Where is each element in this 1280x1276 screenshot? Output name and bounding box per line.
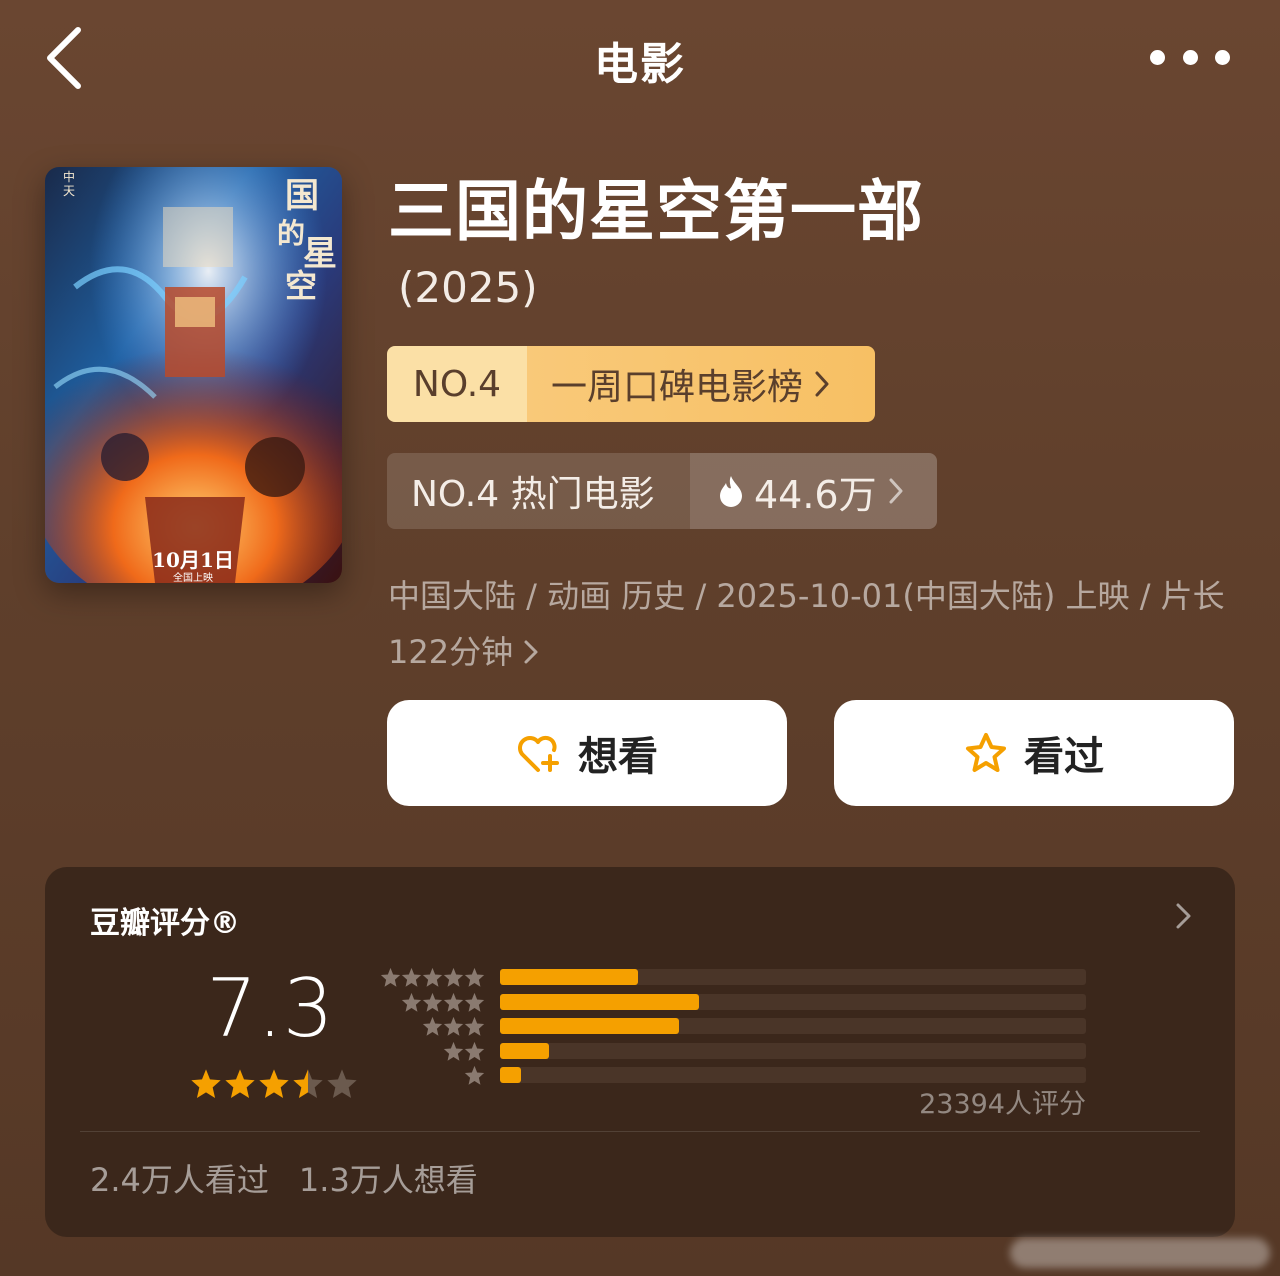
star-icon (259, 1069, 289, 1098)
distribution-bar-track (500, 1042, 1086, 1059)
star-icon (443, 1041, 464, 1061)
movie-poster[interactable]: 国 的 星 空 中 天 10月1日 全国上映 (45, 167, 342, 583)
watched-button[interactable]: 看过 (834, 700, 1234, 806)
hot-rank-heat: 44.6万 (754, 472, 877, 517)
svg-text:天: 天 (63, 184, 75, 198)
audience-stats: 2.4万人看过 1.3万人想看 (90, 1155, 478, 1201)
rating-title: 豆瓣评分® (90, 906, 240, 941)
weekly-rank-badge[interactable]: NO.4 一周口碑电影榜 (387, 346, 875, 422)
distribution-bar-fill (500, 1067, 521, 1083)
star-icon (443, 992, 464, 1012)
meta-line-1: 中国大陆 / 动画 历史 / 2025-10-01(中国大陆) 上映 / 片长 (388, 577, 1225, 615)
movie-title: 三国的星空第一部 (388, 173, 924, 250)
more-dot-icon (1182, 49, 1198, 65)
star-icon (327, 1069, 357, 1098)
hot-rank-badge[interactable]: NO.4 热门电影 44.6万 (387, 453, 937, 529)
star-icon (464, 1016, 485, 1036)
rating-stars (190, 1068, 358, 1100)
chevron-right-icon (889, 478, 903, 504)
distribution-stars-5 (370, 967, 485, 988)
distribution-bar-fill (500, 969, 638, 985)
rating-count: 23394人评分 (919, 1089, 1086, 1120)
flame-icon (720, 476, 742, 507)
chevron-right-icon (1176, 903, 1191, 929)
distribution-stars-3 (370, 1016, 485, 1037)
wanted-count[interactable]: 1.3万人想看 (299, 1155, 478, 1201)
svg-text:国: 国 (285, 176, 319, 216)
more-dot-icon (1150, 49, 1165, 65)
star-icon (464, 992, 485, 1012)
star-icon (443, 967, 464, 987)
distribution-bar-track (500, 1067, 1086, 1083)
meta-line-2: 122分钟 (388, 633, 514, 671)
movie-year: (2025) (398, 263, 538, 312)
watched-label: 看过 (1024, 734, 1104, 780)
watermark (1010, 1238, 1270, 1268)
poster-date: 10月1日 (152, 548, 234, 572)
distribution-bar-track (500, 969, 1086, 985)
star-icon (464, 1041, 485, 1061)
chevron-right-icon (815, 371, 829, 397)
star-icon (191, 1069, 221, 1098)
poster-note: 全国上映 (173, 571, 213, 583)
movie-meta[interactable]: 中国大陆 / 动画 历史 / 2025-10-01(中国大陆) 上映 / 片长 … (388, 568, 1248, 680)
star-icon (225, 1069, 255, 1098)
star-outline-icon (966, 733, 1006, 772)
star-icon (293, 1069, 323, 1098)
want-to-watch-button[interactable]: 想看 (387, 700, 787, 806)
star-icon (422, 1016, 443, 1036)
page-title: 电影 (594, 39, 686, 90)
distribution-bar-fill (500, 993, 699, 1010)
star-icon (464, 967, 485, 987)
star-icon (422, 992, 443, 1012)
watched-count[interactable]: 2.4万人看过 (90, 1155, 269, 1201)
weekly-rank-number: NO.4 (387, 346, 527, 422)
rating-score: 7.3 (206, 962, 334, 1055)
star-icon (401, 992, 422, 1012)
heart-plus-icon (518, 735, 559, 772)
svg-text:空: 空 (285, 267, 317, 305)
distribution-bar-track (500, 1018, 1086, 1034)
svg-text:中: 中 (63, 169, 75, 184)
star-icon (464, 1065, 485, 1085)
distribution-bar-fill (500, 1042, 549, 1059)
distribution-bar-track (500, 993, 1086, 1010)
more-dot-icon (1215, 49, 1230, 65)
svg-text:的: 的 (277, 217, 305, 250)
distribution-stars-1 (370, 1065, 485, 1086)
poster-artwork: 国 的 星 空 中 天 10月1日 全国上映 (45, 167, 342, 583)
hot-rank-label: NO.4 热门电影 (387, 453, 690, 529)
rating-detail-button[interactable] (1172, 900, 1196, 932)
distribution-bar-fill (500, 1018, 679, 1034)
more-button[interactable] (1150, 40, 1230, 74)
star-icon (422, 967, 443, 987)
distribution-stars-2 (370, 1041, 485, 1062)
want-to-watch-label: 想看 (578, 734, 658, 780)
star-icon (380, 967, 401, 987)
star-icon (443, 1016, 464, 1036)
weekly-rank-label: 一周口碑电影榜 (551, 367, 804, 408)
divider (80, 1131, 1200, 1132)
chevron-right-icon (524, 640, 538, 664)
star-icon (401, 967, 422, 987)
distribution-stars-4 (370, 992, 485, 1013)
